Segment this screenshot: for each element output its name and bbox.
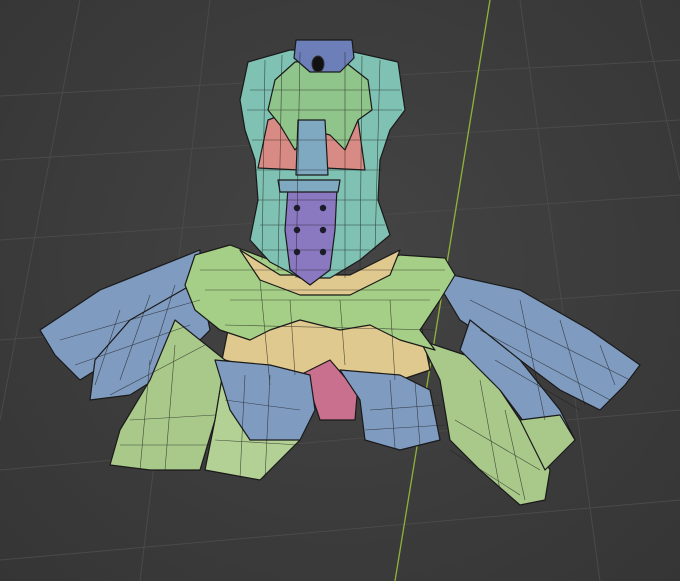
dress-mesh[interactable] [39, 39, 641, 506]
belt-tab [277, 179, 341, 193]
viewport-canvas[interactable] [0, 0, 680, 581]
3d-viewport[interactable] [0, 0, 680, 581]
brooch [311, 55, 325, 73]
center-panel [284, 187, 338, 286]
jabot-center [295, 119, 329, 176]
